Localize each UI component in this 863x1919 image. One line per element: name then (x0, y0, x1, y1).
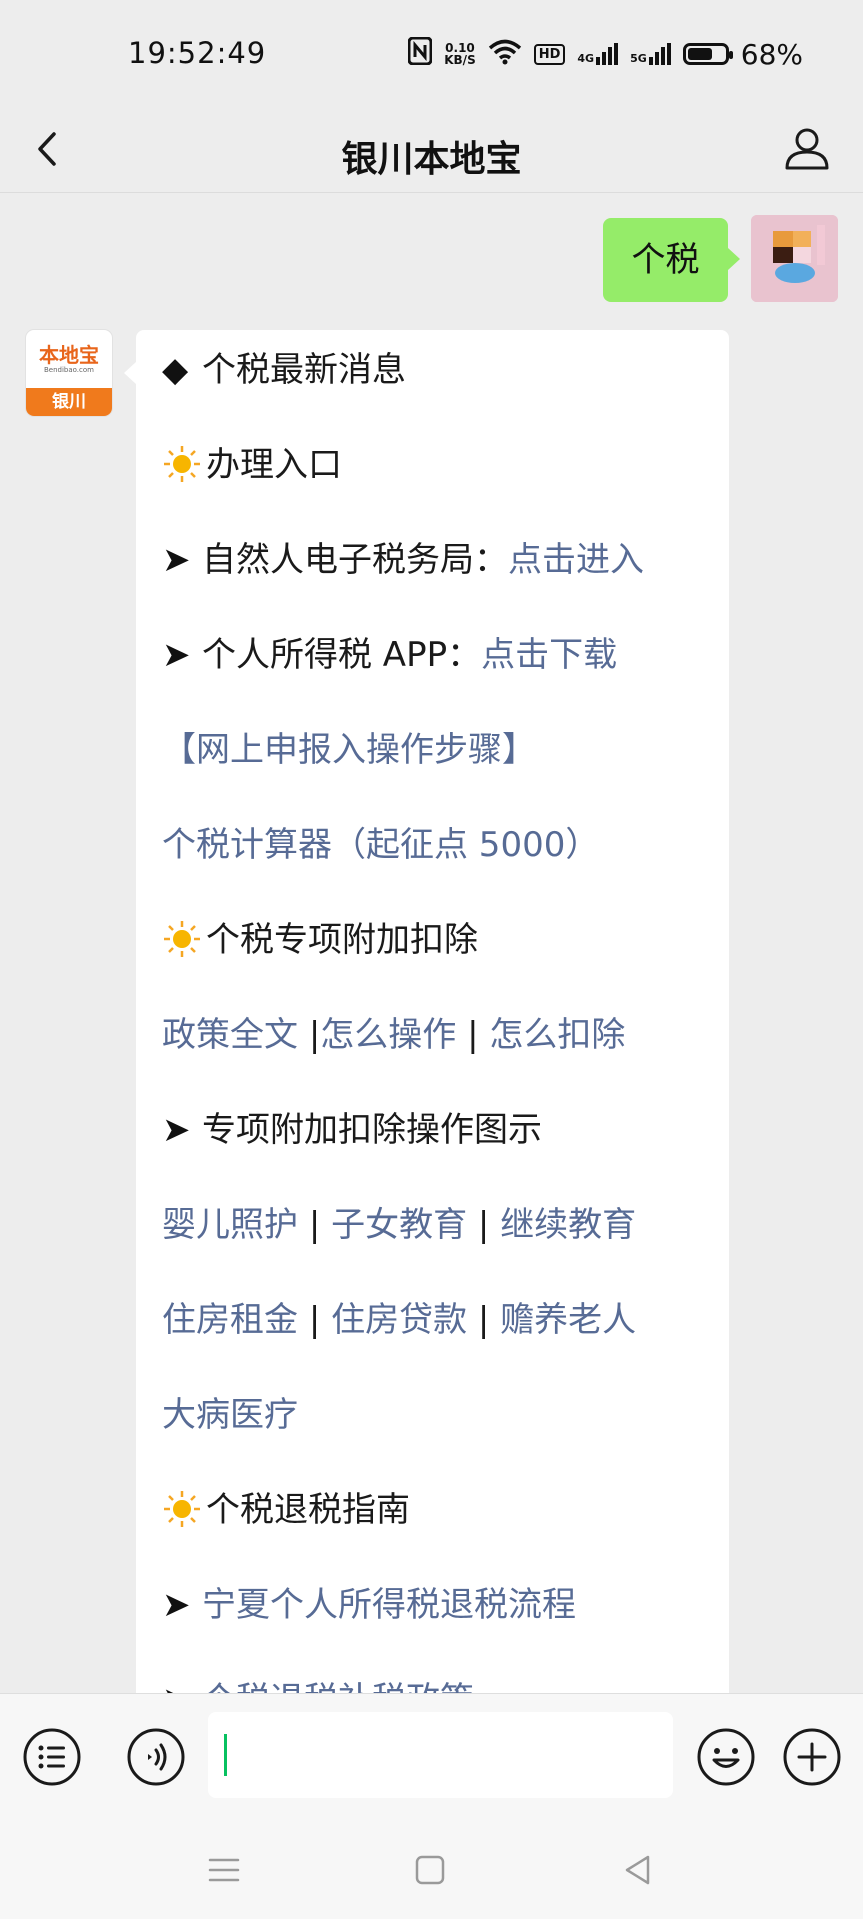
nfc-icon (407, 36, 433, 72)
plus-icon (783, 1728, 841, 1786)
profile-button[interactable] (779, 120, 835, 176)
how-operate-link[interactable]: 怎么操作 (320, 1015, 456, 1055)
text: 个税退税指南 (206, 1490, 410, 1530)
recent-apps-button[interactable] (204, 1850, 244, 1890)
separator: | (308, 1205, 321, 1245)
text-caret (224, 1734, 227, 1776)
refund-process-link[interactable]: 宁夏个人所得税退税流程 (202, 1585, 576, 1625)
voice-button[interactable] (126, 1727, 186, 1787)
user-message-bubble[interactable]: 个税 (603, 218, 740, 302)
logo-text: 本地宝 (39, 342, 99, 367)
back-icon (625, 1855, 650, 1885)
nav-bar: 银川本地宝 (0, 110, 863, 193)
home-icon (415, 1855, 445, 1885)
line-calculator: 个税计算器（起征点 5000） (162, 820, 599, 870)
housing-rent-link[interactable]: 住房租金 (162, 1300, 298, 1340)
message-input[interactable] (208, 1712, 673, 1798)
line-refund-process: ➤ 宁夏个人所得税退税流程 (162, 1580, 576, 1630)
elderly-support-link[interactable]: 赡养老人 (500, 1300, 636, 1340)
menu-icon (23, 1728, 81, 1786)
line-online-steps: 【网上申报入操作步骤】 (162, 725, 536, 775)
net-speed: 0.10 KB/S (444, 42, 475, 66)
signal-4g-icon: 4G (577, 43, 619, 65)
separator: | (477, 1300, 490, 1340)
plus-button[interactable] (782, 1727, 842, 1787)
arrow-icon: ➤ (162, 1110, 191, 1150)
continuing-education-link[interactable]: 继续教育 (500, 1205, 636, 1245)
text: 个人所得税 APP： (202, 635, 482, 675)
voice-icon (127, 1728, 185, 1786)
infant-care-link[interactable]: 婴儿照护 (162, 1205, 298, 1245)
signal-5g-icon: 5G (630, 43, 671, 65)
line-deduction-heading: 个税专项附加扣除 (162, 915, 478, 965)
text: 自然人电子税务局： (202, 540, 508, 580)
enter-link[interactable]: 点击进入 (508, 540, 644, 580)
line-latest-news: ◆ 个税最新消息 (162, 345, 406, 395)
user-avatar[interactable] (751, 215, 838, 302)
line-refund-heading: 个税退税指南 (162, 1485, 410, 1535)
net-speed-unit: KB/S (444, 53, 476, 67)
recent-apps-icon (208, 1858, 240, 1882)
line-tax-bureau: ➤ 自然人电子税务局：点击进入 (162, 535, 644, 585)
line-deduction-links-3: 大病医疗 (162, 1390, 298, 1440)
sun-icon (164, 445, 200, 482)
input-bar (0, 1693, 863, 1819)
person-icon (785, 128, 829, 170)
emoji-button[interactable] (696, 1727, 756, 1787)
how-deduct-link[interactable]: 怎么扣除 (489, 1015, 625, 1055)
signal-5g-label: 5G (630, 52, 647, 65)
text: 个税最新消息 (202, 350, 406, 390)
line-tax-app: ➤ 个人所得税 APP：点击下载 (162, 630, 617, 680)
bot-message-bubble: ◆ 个税最新消息 办理入口 ➤ 自然人电子税务局：点击进入 ➤ 个人所得税 APP：点… (124, 330, 729, 1693)
separator: | (308, 1300, 321, 1340)
chat-area[interactable]: 个税 本地宝 Bendibao.com 银川 ◆ 个税最新消息 办理入口 ➤ 自然人… (0, 193, 863, 1693)
housing-loan-link[interactable]: 住房贷款 (331, 1300, 467, 1340)
back-nav-button[interactable] (618, 1850, 658, 1890)
status-time: 19:52:49 (128, 36, 267, 70)
line-refund-policy: ➤个税退税补税政策 (162, 1675, 474, 1693)
battery-icon (682, 43, 733, 65)
system-navigation (0, 1818, 863, 1919)
policy-full-link[interactable]: 政策全文 (162, 1015, 298, 1055)
line-deduction-links-2: 住房租金 | 住房贷款 | 赡养老人 (162, 1295, 636, 1345)
wifi-icon (488, 39, 522, 69)
online-steps-link[interactable]: 【网上申报入操作步骤】 (162, 730, 536, 770)
separator: | (467, 1015, 479, 1055)
hd-icon: HD (533, 43, 566, 65)
text: 专项附加扣除操作图示 (202, 1110, 542, 1150)
home-button[interactable] (410, 1850, 450, 1890)
separator: | (308, 1015, 321, 1055)
logo-subtitle: Bendibao.com (43, 365, 94, 374)
arrow-icon: ➤ (162, 540, 191, 580)
children-education-link[interactable]: 子女教育 (331, 1205, 467, 1245)
line-policy-links: 政策全文 |怎么操作 | 怎么扣除 (162, 1010, 625, 1060)
diamond-icon: ◆ (162, 350, 189, 390)
bot-avatar-logo: 本地宝 Bendibao.com (26, 330, 112, 388)
emoji-icon (697, 1728, 755, 1786)
calculator-link[interactable]: 个税计算器（起征点 5000） (162, 825, 599, 865)
sun-icon (164, 1490, 200, 1527)
download-link[interactable]: 点击下载 (481, 635, 617, 675)
serious-illness-link[interactable]: 大病医疗 (162, 1395, 298, 1435)
line-deduction-links-1: 婴儿照护 | 子女教育 | 继续教育 (162, 1200, 636, 1250)
signal-4g-label: 4G (577, 52, 595, 65)
arrow-icon: ➤ (162, 1675, 202, 1693)
text: 办理入口 (206, 445, 342, 485)
line-diagram-heading: ➤ 专项附加扣除操作图示 (162, 1105, 542, 1155)
logo-city: 银川 (26, 388, 112, 416)
separator: | (477, 1205, 490, 1245)
battery-percent: 68% (740, 37, 803, 71)
arrow-icon: ➤ (162, 635, 191, 675)
bot-avatar[interactable]: 本地宝 Bendibao.com 银川 (26, 330, 112, 416)
status-bar: 19:52:49 0.10 KB/S HD 4G 5G 68% (0, 0, 863, 110)
sun-icon (164, 920, 200, 957)
status-icons: 0.10 KB/S HD 4G 5G 68% (407, 36, 803, 72)
line-entry-heading: 办理入口 (162, 440, 342, 490)
text: 个税专项附加扣除 (206, 920, 478, 960)
page-title: 银川本地宝 (341, 139, 522, 180)
refund-policy-link[interactable]: 个税退税补税政策 (202, 1680, 474, 1693)
menu-button[interactable] (22, 1727, 82, 1787)
arrow-icon: ➤ (162, 1585, 191, 1625)
